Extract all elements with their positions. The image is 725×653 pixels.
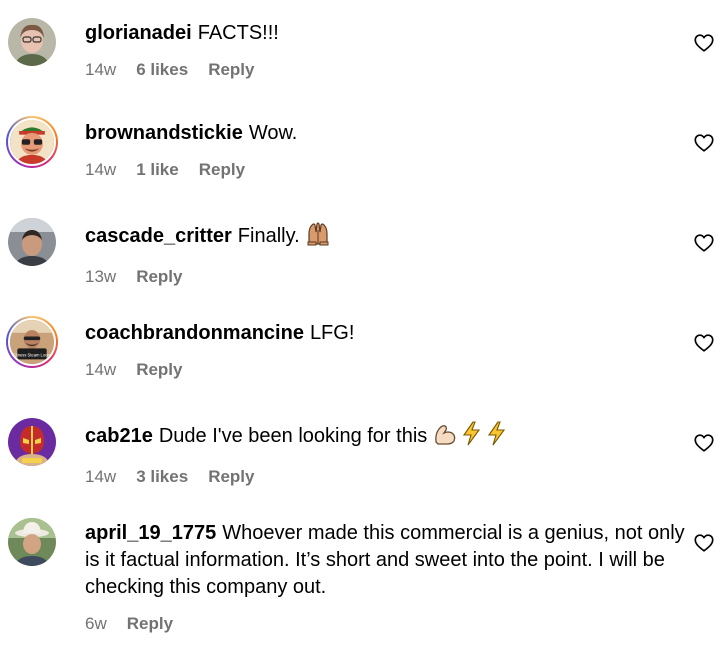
username-link[interactable]: april_19_1775 (85, 522, 216, 544)
avatar[interactable] (8, 18, 56, 66)
timestamp[interactable]: 6w (85, 614, 107, 634)
comment-text: glorianadei FACTS!!! (85, 20, 675, 47)
likes-count[interactable]: 1 like (136, 160, 179, 180)
comment-content: Wow. (248, 122, 298, 144)
reply-button[interactable]: Reply (199, 160, 245, 180)
man-photo-avatar-icon (8, 218, 56, 266)
timestamp[interactable]: 14w (85, 360, 116, 380)
reply-button[interactable]: Reply (208, 60, 254, 80)
woman-glasses-avatar-icon (8, 18, 56, 66)
comment-content: Dude I've been looking for this (158, 425, 428, 447)
likes-count[interactable]: 3 likes (136, 467, 188, 487)
timestamp[interactable]: 14w (85, 467, 116, 487)
timestamp[interactable]: 14w (85, 60, 116, 80)
comment-meta: 13w Reply (85, 267, 675, 287)
timestamp[interactable]: 13w (85, 267, 116, 287)
likes-count[interactable]: 6 likes (136, 60, 188, 80)
avatar[interactable] (6, 116, 58, 168)
username-link[interactable]: coachbrandonmancine (85, 322, 304, 344)
flexed-biceps-lightning-emoji-icon (433, 420, 511, 454)
cowboy-hat-avatar-icon (8, 518, 56, 566)
comment-meta: 6w Reply (85, 614, 685, 634)
comment-text: brownandstickie Wow. (85, 120, 675, 147)
coach-fitness-avatar-icon: Fitness Steam Loom (10, 320, 54, 364)
comment-text: coachbrandonmancine LFG! (85, 320, 675, 347)
comment-content: LFG! (309, 322, 355, 344)
heart-outline-icon[interactable] (693, 332, 715, 354)
heart-outline-icon[interactable] (693, 132, 715, 154)
avatar[interactable]: Fitness Steam Loom (6, 316, 58, 368)
reply-button[interactable]: Reply (127, 614, 173, 634)
comment-meta: 14w 3 likes Reply (85, 467, 675, 487)
comment-text: cab21e Dude I've been looking for this (85, 420, 675, 454)
comment-meta: 14w 1 like Reply (85, 160, 675, 180)
comment-text: april_19_1775 Whoever made this commercia… (85, 520, 685, 601)
comment-content: FACTS!!! (197, 22, 279, 44)
reply-button[interactable]: Reply (208, 467, 254, 487)
heart-outline-icon[interactable] (693, 32, 715, 54)
username-link[interactable]: cab21e (85, 425, 153, 447)
username-link[interactable]: cascade_critter (85, 225, 232, 247)
username-link[interactable]: brownandstickie (85, 122, 243, 144)
comment-text: cascade_critter Finally. (85, 220, 675, 254)
wrestler-mask-avatar-icon (8, 418, 56, 466)
avatar[interactable] (8, 218, 56, 266)
comment-meta: 14w Reply (85, 360, 675, 380)
svg-text:Fitness Steam Loom: Fitness Steam Loom (13, 353, 51, 358)
comment-meta: 14w 6 likes Reply (85, 60, 675, 80)
comment-content: Finally. (237, 225, 300, 247)
heart-outline-icon[interactable] (693, 232, 715, 254)
reply-button[interactable]: Reply (136, 267, 182, 287)
timestamp[interactable]: 14w (85, 160, 116, 180)
raised-hands-emoji-icon (305, 220, 331, 254)
heart-outline-icon[interactable] (693, 532, 715, 554)
cartoon-man-sunglasses-avatar-icon (10, 120, 54, 164)
reply-button[interactable]: Reply (136, 360, 182, 380)
username-link[interactable]: glorianadei (85, 22, 192, 44)
heart-outline-icon[interactable] (693, 432, 715, 454)
avatar[interactable] (8, 418, 56, 466)
avatar[interactable] (8, 518, 56, 566)
